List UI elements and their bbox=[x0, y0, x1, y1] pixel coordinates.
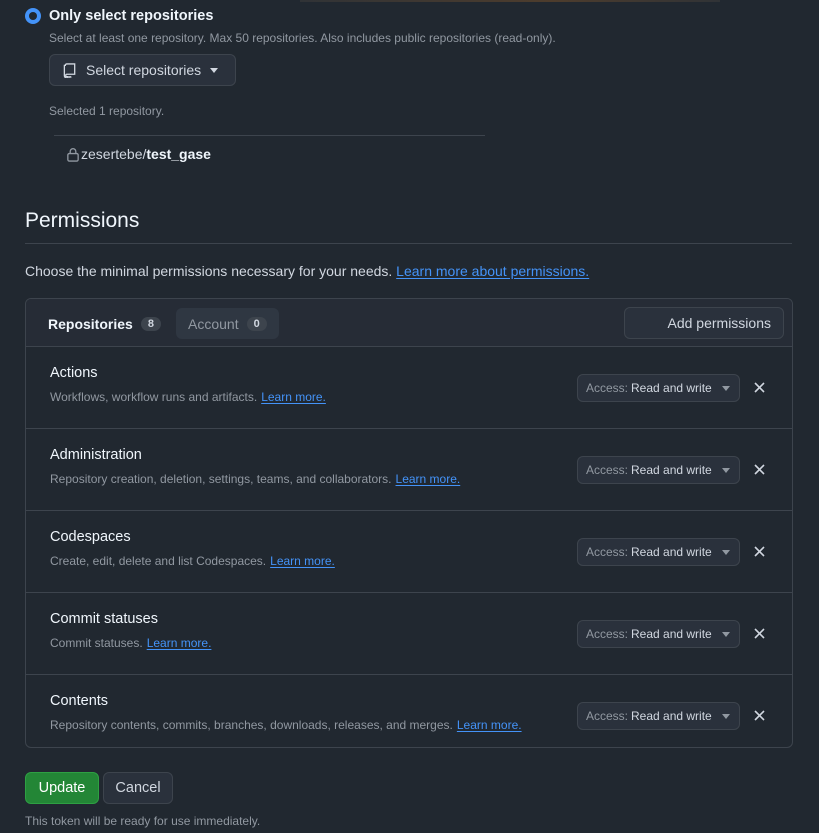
close-icon[interactable] bbox=[751, 461, 767, 477]
access-value: Read and write bbox=[631, 709, 712, 723]
caret-down-icon bbox=[210, 67, 219, 73]
tab-account[interactable]: Account 0 bbox=[176, 308, 279, 339]
select-repositories-label: Select repositories bbox=[86, 62, 202, 78]
access-key-label: Access: bbox=[586, 545, 629, 559]
add-permissions-button[interactable]: Add permissions bbox=[624, 307, 784, 339]
access-value: Read and write bbox=[631, 627, 712, 641]
close-icon[interactable] bbox=[751, 379, 767, 395]
selected-count: Selected 1 repository. bbox=[49, 104, 165, 118]
permission-description-text: Create, edit, delete and list Codespaces… bbox=[50, 554, 267, 568]
permission-description: Create, edit, delete and list Codespaces… bbox=[50, 554, 335, 568]
divider bbox=[54, 135, 485, 136]
repo-name: test_gase bbox=[146, 146, 211, 162]
tab-account-count: 0 bbox=[246, 316, 267, 331]
repo-owner: zesertebe/ bbox=[81, 146, 147, 162]
close-icon[interactable] bbox=[751, 543, 767, 559]
permission-name: Actions bbox=[50, 365, 98, 381]
permission-row: Contents Repository contents, commits, b… bbox=[26, 675, 792, 747]
top-edge-decoration bbox=[300, 0, 720, 2]
caret-down-icon bbox=[722, 468, 730, 473]
access-dropdown[interactable]: Access: Read and write bbox=[577, 620, 740, 648]
divider bbox=[25, 243, 792, 244]
caret-down-icon bbox=[722, 714, 730, 719]
learn-more-link[interactable]: Learn more. bbox=[457, 718, 522, 732]
permissions-description-text: Choose the minimal permissions necessary… bbox=[25, 263, 393, 279]
learn-more-link[interactable]: Learn more. bbox=[396, 472, 461, 486]
access-dropdown[interactable]: Access: Read and write bbox=[577, 702, 740, 730]
learn-more-link[interactable]: Learn more. bbox=[270, 554, 335, 568]
learn-more-permissions-link[interactable]: Learn more about permissions. bbox=[396, 263, 589, 279]
select-repositories-button[interactable]: Select repositories bbox=[49, 54, 236, 86]
permission-row: Actions Workflows, workflow runs and art… bbox=[26, 347, 792, 429]
permission-description-text: Workflows, workflow runs and artifacts. bbox=[50, 390, 258, 404]
permission-description: Repository creation, deletion, settings,… bbox=[50, 472, 460, 486]
caret-down-icon bbox=[722, 550, 730, 555]
repo-icon bbox=[63, 62, 76, 78]
tab-repositories-label: Repositories bbox=[48, 315, 133, 332]
repo-selection-hint: Select at least one repository. Max 50 r… bbox=[49, 31, 556, 45]
permission-name: Codespaces bbox=[50, 529, 131, 545]
access-value: Read and write bbox=[631, 463, 712, 477]
access-dropdown[interactable]: Access: Read and write bbox=[577, 456, 740, 484]
permission-row: Commit statuses Commit statuses. Learn mo… bbox=[26, 593, 792, 675]
access-key-label: Access: bbox=[586, 463, 629, 477]
access-key-label: Access: bbox=[586, 709, 629, 723]
permission-description: Repository contents, commits, branches, … bbox=[50, 718, 522, 732]
permissions-heading: Permissions bbox=[25, 209, 140, 232]
caret-down-icon bbox=[722, 632, 730, 637]
close-icon[interactable] bbox=[751, 625, 767, 641]
permission-name: Administration bbox=[50, 447, 142, 463]
access-value: Read and write bbox=[631, 545, 712, 559]
access-key-label: Access: bbox=[586, 381, 629, 395]
permission-description: Commit statuses. Learn more. bbox=[50, 636, 211, 650]
learn-more-link[interactable]: Learn more. bbox=[261, 390, 326, 404]
tab-repositories-count: 8 bbox=[140, 316, 161, 331]
access-key-label: Access: bbox=[586, 627, 629, 641]
access-dropdown[interactable]: Access: Read and write bbox=[577, 374, 740, 402]
permission-description-text: Commit statuses. bbox=[50, 636, 143, 650]
permission-row: Administration Repository creation, dele… bbox=[26, 429, 792, 511]
permissions-description: Choose the minimal permissions necessary… bbox=[25, 263, 589, 279]
selected-repo-item: zesertebe/test_gase bbox=[66, 146, 211, 162]
caret-down-icon bbox=[722, 386, 730, 391]
lock-icon bbox=[67, 147, 79, 162]
permission-name: Contents bbox=[50, 693, 109, 709]
access-dropdown[interactable]: Access: Read and write bbox=[577, 538, 740, 566]
learn-more-link[interactable]: Learn more. bbox=[147, 636, 212, 650]
tab-repositories[interactable]: Repositories 8 bbox=[36, 308, 173, 339]
close-icon[interactable] bbox=[751, 707, 767, 723]
update-button[interactable]: Update bbox=[25, 772, 99, 804]
radio-selected-icon[interactable] bbox=[25, 8, 41, 24]
token-ready-note: This token will be ready for use immedia… bbox=[25, 814, 261, 828]
permission-description: Workflows, workflow runs and artifacts. L… bbox=[50, 390, 326, 404]
cancel-button[interactable]: Cancel bbox=[103, 772, 173, 804]
permission-description-text: Repository contents, commits, branches, … bbox=[50, 718, 453, 732]
access-value: Read and write bbox=[631, 381, 712, 395]
permission-row: Codespaces Create, edit, delete and list… bbox=[26, 511, 792, 593]
permission-name: Commit statuses bbox=[50, 611, 158, 627]
permission-description-text: Repository creation, deletion, settings,… bbox=[50, 472, 392, 486]
only-select-repositories-option[interactable]: Only select repositories bbox=[25, 8, 213, 24]
permissions-box: Repositories 8 Account 0 Add permissions… bbox=[25, 298, 793, 748]
permissions-box-header: Repositories 8 Account 0 Add permissions bbox=[26, 299, 792, 347]
only-select-repositories-label: Only select repositories bbox=[49, 8, 214, 24]
tab-account-label: Account bbox=[188, 315, 239, 332]
